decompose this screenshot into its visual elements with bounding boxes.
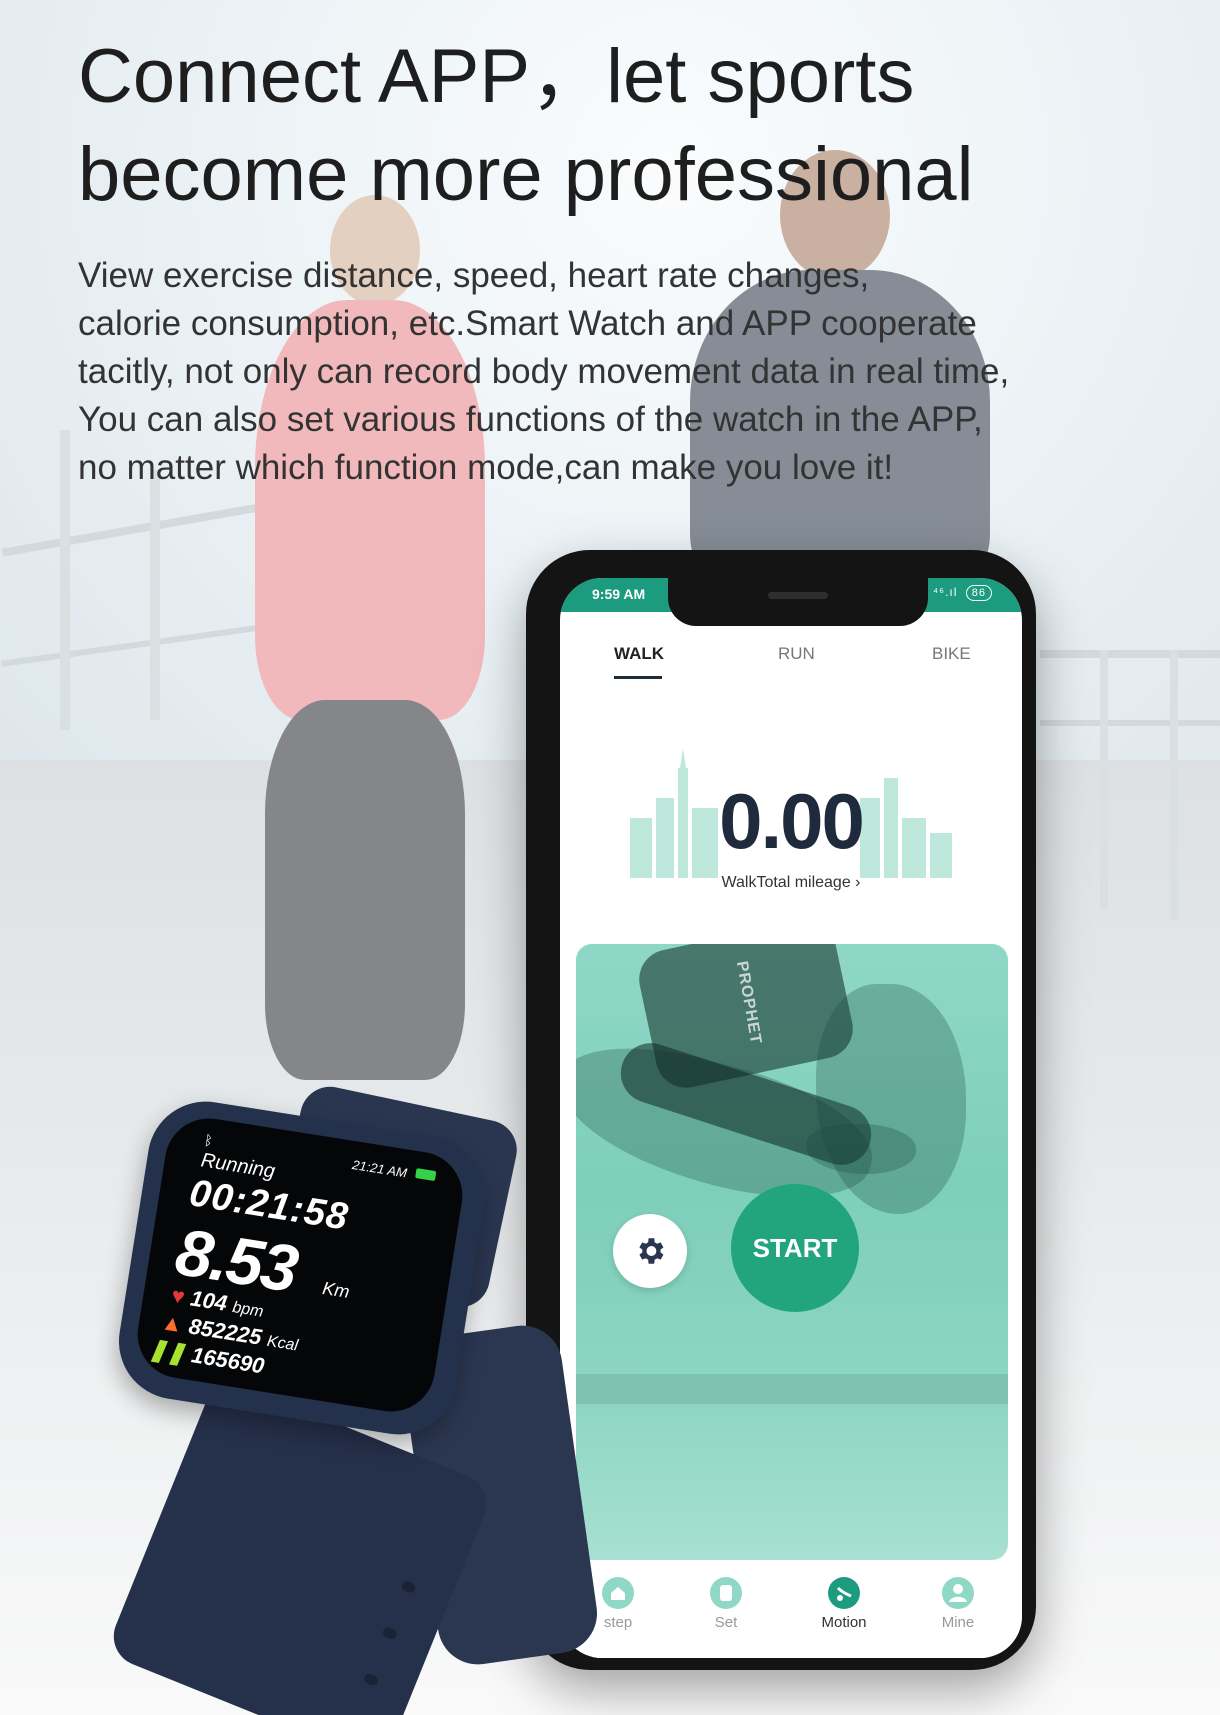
heart-icon: ♥ (169, 1282, 187, 1310)
headline-line-2: become more professional (78, 132, 974, 217)
watch-icon (710, 1577, 742, 1609)
motion-icon (828, 1577, 860, 1609)
distance-unit: Km (321, 1277, 351, 1302)
description-line-3: tacitly, not only can record body moveme… (78, 352, 1010, 391)
heart-rate-value: 104 (188, 1285, 229, 1316)
calories-unit: Kcal (265, 1332, 300, 1355)
heart-rate-unit: bpm (231, 1299, 265, 1321)
tab-run[interactable]: RUN (778, 644, 815, 664)
strap-hole (362, 1672, 380, 1687)
watch-time: 21:21 AM (351, 1157, 409, 1181)
watch-battery-icon (415, 1168, 437, 1182)
flame-icon: ▲ (159, 1309, 185, 1338)
description-line-1: View exercise distance, speed, heart rat… (78, 256, 870, 295)
bottom-navigation: step Set Motion Mine (560, 1570, 1022, 1658)
start-button[interactable]: START (731, 1184, 859, 1312)
battery-icon: 86 (965, 585, 992, 601)
mileage-summary: 0.00 WalkTotal mileage › (560, 708, 1022, 908)
total-mileage-value: 0.00 (719, 777, 865, 865)
description-line-2: calorie consumption, etc.Smart Watch and… (78, 304, 977, 343)
footsteps-icon: ❚❚ (147, 1335, 188, 1367)
smartwatch-screen: ᛒ 21:21 AM Running 00:21:58 8.53 Km ♥ 10… (131, 1112, 469, 1418)
strap-hole (381, 1626, 399, 1641)
tab-walk[interactable]: WALK (614, 644, 664, 664)
tab-bike[interactable]: BIKE (932, 644, 971, 664)
headline-line-1: Connect APP，let sports (78, 34, 915, 119)
strap-hole (400, 1579, 417, 1595)
nav-label-mine: Mine (941, 1614, 975, 1631)
status-time: 9:59 AM (592, 586, 646, 602)
nav-item-set[interactable]: Set (686, 1576, 766, 1631)
total-mileage-link[interactable]: WalkTotal mileage › (560, 874, 1022, 892)
description-line-4: You can also set various functions of th… (78, 400, 983, 439)
product-banner: Connect APP，let sports become more profe… (0, 0, 1220, 1715)
status-icons: ⁴⁶.ıl 86 (933, 585, 992, 601)
gear-icon (639, 1238, 664, 1264)
user-icon (942, 1577, 974, 1609)
phone-notch (668, 578, 928, 626)
activity-tabs: WALK RUN BIKE (560, 634, 1022, 694)
bluetooth-icon: ᛒ (203, 1131, 215, 1149)
earpiece-speaker (768, 592, 828, 599)
workout-settings-button[interactable] (613, 1214, 687, 1288)
workout-banner: PROPHET START (576, 944, 1008, 1560)
headline: Connect APP，let sports become more profe… (78, 28, 1178, 224)
description: View exercise distance, speed, heart rat… (78, 252, 1188, 492)
banner-track (576, 1374, 1008, 1404)
phone-screen: 9:59 AM ⁴⁶.ıl 86 WALK RUN BIKE 0.00 Walk… (560, 578, 1022, 1658)
description-line-5: no matter which function mode,can make y… (78, 448, 894, 487)
active-tab-indicator (614, 676, 662, 679)
nav-item-motion[interactable]: Motion (804, 1576, 884, 1631)
nav-item-mine[interactable]: Mine (918, 1576, 998, 1631)
nav-label-set: Set (714, 1614, 738, 1631)
home-icon (602, 1577, 634, 1609)
nav-label-motion: Motion (821, 1614, 867, 1631)
signal-icon: ⁴⁶.ıl (932, 585, 958, 599)
